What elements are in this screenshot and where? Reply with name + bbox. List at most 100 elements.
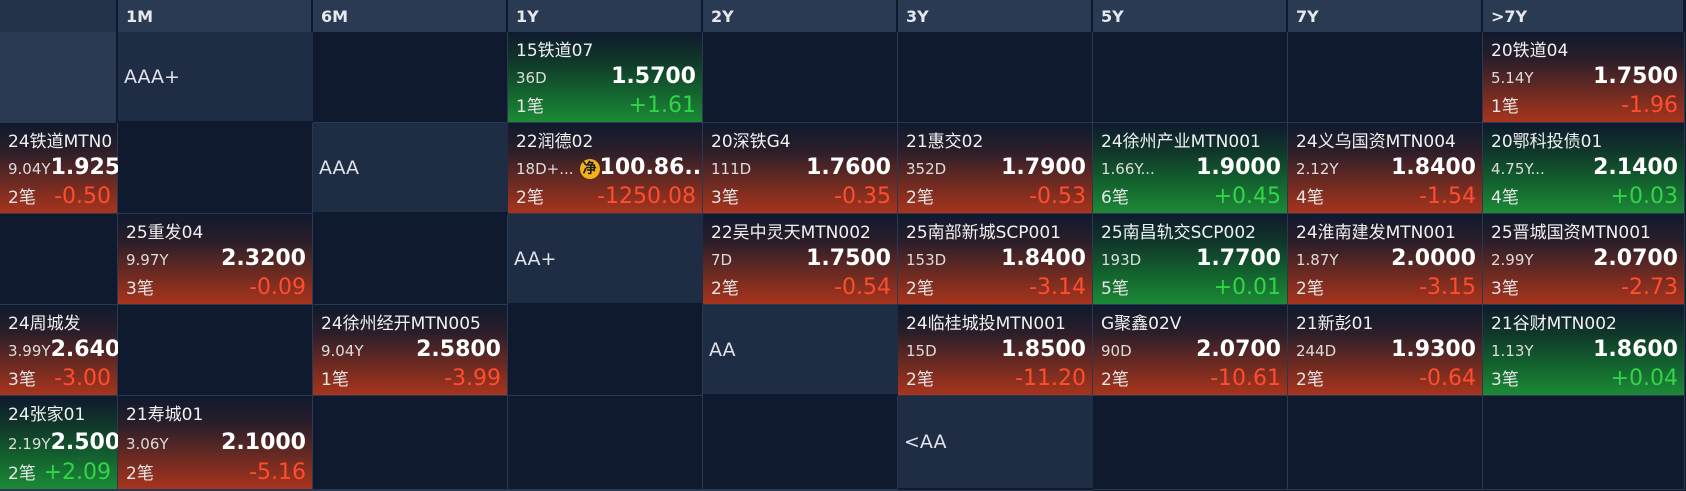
trade-count: 2笔 (906, 188, 934, 208)
bond-name[interactable]: 24徐州经开MTN005 (321, 309, 501, 334)
price-change: -0.54 (834, 275, 891, 300)
column-header-7[interactable]: >7Y (1483, 0, 1685, 32)
bond-term: 36D (516, 69, 547, 87)
price-change: -1250.08 (597, 184, 696, 209)
bond-quote-card[interactable]: 21谷财MTN002 1.13Y 1.8600 3笔 +0.04 (1483, 305, 1684, 395)
bond-quote-card[interactable]: 24徐州经开MTN005 9.04Y 2.5800 1笔 -3.99 (313, 305, 507, 395)
matrix-cell[interactable]: G聚鑫02V 90D 2.0700 2笔 -10.61 (1093, 305, 1288, 396)
bond-term: 90D (1101, 342, 1132, 360)
row-pad (118, 123, 313, 214)
column-header-0[interactable]: 1M (118, 0, 313, 32)
matrix-cell[interactable]: 24淮南建发MTN001 1.87Y 2.0000 2笔 -3.15 (1288, 214, 1483, 305)
bond-quote-card[interactable]: 25南昌轨交SCP002 193D 1.7700 5笔 +0.01 (1093, 214, 1287, 304)
bond-name[interactable]: 21新彭01 (1296, 309, 1476, 334)
bond-quote-card[interactable]: 15铁道07 36D 1.5700 1笔 +1.61 (508, 32, 702, 122)
matrix-cell[interactable]: 20深铁G4 111D 1.7600 3笔 -0.35 (703, 123, 898, 214)
quote-line-secondary: 3笔 -3.00 (8, 365, 111, 391)
bond-name[interactable]: 21惠交02 (906, 127, 1086, 152)
matrix-cell[interactable]: 21新彭01 244D 1.9300 2笔 -0.64 (1288, 305, 1483, 396)
column-header-3[interactable]: 2Y (703, 0, 898, 32)
bond-name[interactable]: 21寿城01 (126, 400, 306, 425)
matrix-cell[interactable]: 25南昌轨交SCP002 193D 1.7700 5笔 +0.01 (1093, 214, 1288, 305)
bond-name[interactable]: 24义乌国资MTN004 (1296, 127, 1476, 152)
matrix-cell[interactable]: 24铁道MTN005A 9.04Y1.9250 2笔 -0.50 (0, 123, 135, 214)
column-header-4[interactable]: 3Y (898, 0, 1093, 32)
bond-quote-card[interactable]: 24淮南建发MTN001 1.87Y 2.0000 2笔 -3.15 (1288, 214, 1482, 304)
bond-name[interactable]: 22润德02 (516, 127, 696, 152)
bond-quote-card[interactable]: 24徐州产业MTN001 1.66Y... 1.9000 6笔 +0.45 (1093, 123, 1287, 213)
price-change: -1.54 (1419, 184, 1476, 209)
matrix-cell[interactable]: 24义乌国资MTN004 2.12Y 1.8400 4笔 -1.54 (1288, 123, 1483, 214)
bond-quote-card[interactable]: 24周城发 3.99Y 2.6400 3笔 -3.00 (0, 305, 135, 395)
bond-name[interactable]: 21谷财MTN002 (1491, 309, 1678, 334)
quote-line-primary: 2.19Y 2.5000 (8, 430, 135, 455)
matrix-cell[interactable]: 24临桂城投MTN001 15D 1.8500 2笔 -11.20 (898, 305, 1093, 396)
bond-name[interactable]: 24徐州产业MTN001 (1101, 127, 1281, 152)
bond-quote-card[interactable]: 20深铁G4 111D 1.7600 3笔 -0.35 (703, 123, 897, 213)
bond-quote-card[interactable]: 21惠交02 352D 1.7900 2笔 -0.53 (898, 123, 1092, 213)
bond-name[interactable]: 25南昌轨交SCP002 (1101, 218, 1281, 243)
bond-name[interactable]: 25重发04 (126, 218, 306, 243)
matrix-cell[interactable]: 24周城发 3.99Y 2.6400 3笔 -3.00 (0, 305, 135, 396)
bond-name[interactable]: 24周城发 (8, 309, 111, 334)
bond-quote-card[interactable]: G聚鑫02V 90D 2.0700 2笔 -10.61 (1093, 305, 1287, 395)
bond-quote-card[interactable]: 25南部新城SCP001 153D 1.8400 2笔 -3.14 (898, 214, 1092, 304)
matrix-cell[interactable]: 24徐州经开MTN005 9.04Y 2.5800 1笔 -3.99 (313, 305, 508, 396)
bond-price: 1.8400 (1391, 155, 1476, 180)
bond-quote-card[interactable]: 22吴中灵天MTN002 7D 1.7500 2笔 -0.54 (703, 214, 897, 304)
bond-name[interactable]: 20鄂科投债01 (1491, 127, 1678, 152)
bond-quote-card[interactable]: 21新彭01 244D 1.9300 2笔 -0.64 (1288, 305, 1482, 395)
matrix-cell[interactable]: 22润德02 18D+... 净 100.86... 2笔 -1250.08 (508, 123, 709, 214)
bond-name[interactable]: 24临桂城投MTN001 (906, 309, 1086, 334)
bond-name[interactable]: G聚鑫02V (1101, 309, 1281, 334)
bond-quote-card[interactable]: 24义乌国资MTN004 2.12Y 1.8400 4笔 -1.54 (1288, 123, 1482, 213)
bond-price: 2.5800 (416, 337, 501, 362)
matrix-cell[interactable]: 20铁道04 5.14Y 1.7500 1笔 -1.96 (1483, 32, 1685, 123)
bond-name[interactable]: 15铁道07 (516, 36, 696, 61)
column-header-1[interactable]: 6M (313, 0, 508, 32)
bond-quote-card[interactable]: 24临桂城投MTN001 15D 1.8500 2笔 -11.20 (898, 305, 1092, 395)
bond-quote-card[interactable]: 24张家01 2.19Y 2.5000 2笔 +2.09 (0, 396, 135, 489)
net-price-badge-icon: 净 (579, 159, 600, 179)
bond-term-wrap: 3.06Y (126, 435, 169, 453)
bond-price: 100.86... (599, 155, 710, 180)
bond-quote-card[interactable]: 21寿城01 3.06Y 2.1000 2笔 -5.16 (118, 396, 312, 489)
matrix-cell (1093, 396, 1288, 490)
bond-name[interactable]: 25晋城国资MTN001 (1491, 218, 1678, 243)
matrix-cell[interactable]: 22吴中灵天MTN002 7D 1.7500 2笔 -0.54 (703, 214, 898, 305)
bond-quote-card[interactable]: 25重发04 9.97Y 2.3200 3笔 -0.09 (118, 214, 312, 304)
bond-name[interactable]: 20铁道04 (1491, 36, 1678, 61)
matrix-cell[interactable]: 21惠交02 352D 1.7900 2笔 -0.53 (898, 123, 1093, 214)
trade-count: 6笔 (1101, 188, 1129, 208)
column-header-2[interactable]: 1Y (508, 0, 703, 32)
bond-quote-card[interactable]: 22润德02 18D+... 净 100.86... 2笔 -1250.08 (508, 123, 709, 213)
column-header-5[interactable]: 5Y (1093, 0, 1288, 32)
matrix-cell[interactable]: 20鄂科投债01 4.75Y... 2.1400 4笔 +0.03 (1483, 123, 1685, 214)
matrix-cell[interactable]: 15铁道07 36D 1.5700 1笔 +1.61 (508, 32, 703, 123)
bond-name[interactable]: 22吴中灵天MTN002 (711, 218, 891, 243)
matrix-cell[interactable]: 25晋城国资MTN001 2.99Y 2.0700 3笔 -2.73 (1483, 214, 1685, 305)
bond-quote-card[interactable]: 20鄂科投债01 4.75Y... 2.1400 4笔 +0.03 (1483, 123, 1684, 213)
price-change: +0.04 (1610, 366, 1678, 391)
bond-name[interactable]: 25南部新城SCP001 (906, 218, 1086, 243)
matrix-cell[interactable]: 21谷财MTN002 1.13Y 1.8600 3笔 +0.04 (1483, 305, 1685, 396)
price-change: -0.09 (249, 275, 306, 300)
matrix-cell[interactable]: 25重发04 9.97Y 2.3200 3笔 -0.09 (118, 214, 313, 305)
quote-line-secondary: 3笔 +0.04 (1491, 365, 1678, 391)
matrix-cell[interactable]: 24徐州产业MTN001 1.66Y... 1.9000 6笔 +0.45 (1093, 123, 1288, 214)
quote-line-secondary: 2笔 -0.54 (711, 274, 891, 300)
matrix-cell[interactable]: 25南部新城SCP001 153D 1.8400 2笔 -3.14 (898, 214, 1093, 305)
bond-term-wrap: 2.12Y (1296, 160, 1339, 178)
bond-name[interactable]: 24张家01 (8, 400, 111, 425)
bond-quote-card[interactable]: 24铁道MTN005A 9.04Y1.9250 2笔 -0.50 (0, 123, 135, 213)
bond-term: 9.04Y (321, 342, 364, 360)
matrix-cell[interactable]: 21寿城01 3.06Y 2.1000 2笔 -5.16 (118, 396, 313, 490)
bond-quote-card[interactable]: 25晋城国资MTN001 2.99Y 2.0700 3笔 -2.73 (1483, 214, 1684, 304)
bond-name[interactable]: 24铁道MTN005A (8, 127, 111, 152)
header-corner (0, 0, 118, 32)
column-header-6[interactable]: 7Y (1288, 0, 1483, 32)
bond-name[interactable]: 24淮南建发MTN001 (1296, 218, 1476, 243)
bond-quote-card[interactable]: 20铁道04 5.14Y 1.7500 1笔 -1.96 (1483, 32, 1684, 122)
matrix-cell[interactable]: 24张家01 2.19Y 2.5000 2笔 +2.09 (0, 396, 135, 490)
bond-name[interactable]: 20深铁G4 (711, 127, 891, 152)
